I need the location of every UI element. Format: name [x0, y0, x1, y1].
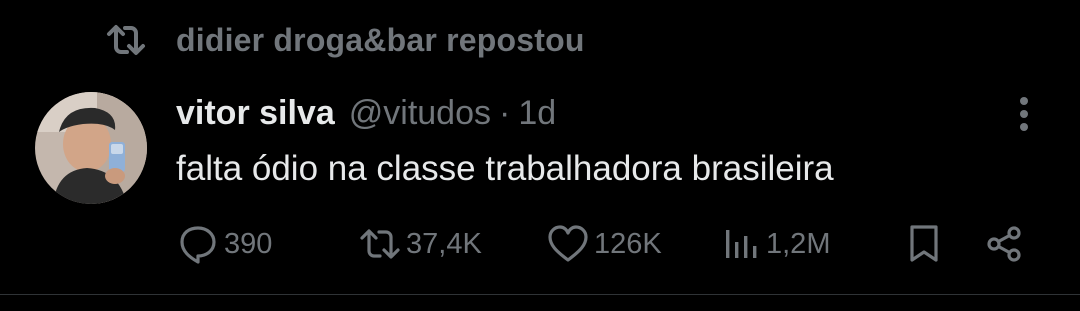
timestamp[interactable]: 1d: [518, 94, 556, 133]
views-icon: [722, 226, 762, 262]
views-count: 1,2M: [766, 227, 831, 260]
bookmark-button[interactable]: [906, 222, 942, 266]
reply-count: 390: [224, 227, 273, 260]
retweet-button[interactable]: 37,4K: [358, 222, 482, 266]
retweet-count: 37,4K: [406, 227, 482, 260]
separator-dot: ·: [499, 93, 511, 132]
tweet-text: falta ódio na classe trabalhadora brasil…: [176, 149, 834, 188]
views-button[interactable]: 1,2M: [722, 222, 830, 266]
display-name[interactable]: vitor silva: [176, 94, 335, 133]
repost-label[interactable]: didier droga&bar repostou: [176, 22, 585, 59]
bookmark-icon: [906, 224, 942, 264]
share-icon: [984, 224, 1024, 264]
repost-context: didier droga&bar repostou: [104, 18, 585, 62]
tweet-header: vitor silva @vitudos · 1d: [176, 90, 556, 136]
more-options-icon[interactable]: [1004, 94, 1044, 134]
user-handle[interactable]: @vitudos: [349, 94, 491, 133]
like-button[interactable]: 126K: [546, 222, 662, 266]
reply-icon: [176, 224, 220, 264]
tweet-divider: [0, 294, 1080, 295]
heart-icon: [546, 224, 590, 264]
retweet-icon: [358, 226, 402, 262]
repost-icon: [104, 18, 148, 62]
like-count: 126K: [594, 227, 662, 260]
action-bar: 390 37,4K 126K 1,2M: [176, 222, 1036, 266]
share-button[interactable]: [984, 222, 1024, 266]
reply-button[interactable]: 390: [176, 222, 272, 266]
tweet[interactable]: didier droga&bar repostou vitor silva @v…: [0, 0, 1080, 295]
avatar[interactable]: [35, 92, 147, 204]
